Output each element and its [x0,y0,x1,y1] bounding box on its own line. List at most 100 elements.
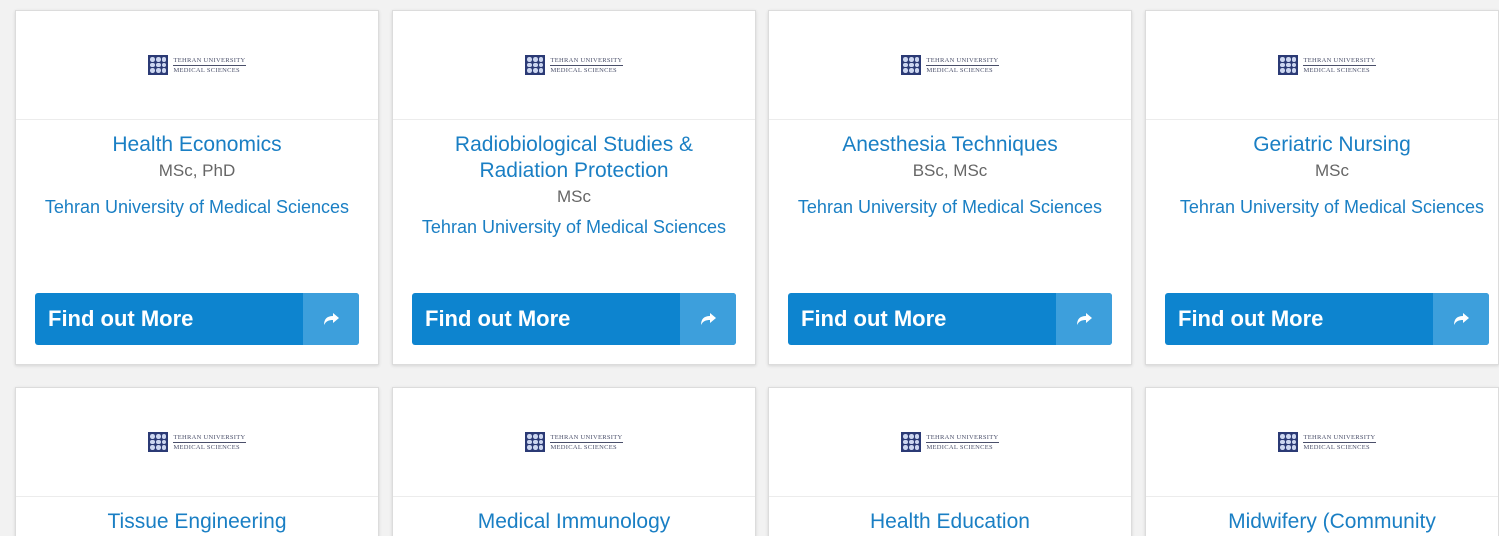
program-degree: MSc [557,187,591,206]
find-out-more-button[interactable]: Find out More [1165,293,1489,345]
university-logo: Tehran University Medical Sciences [1278,55,1376,75]
find-out-more-button[interactable]: Find out More [35,293,359,345]
logo-text: Tehran University Medical Sciences [926,433,999,451]
logo-line-3: Medical Sciences [926,66,993,74]
program-title[interactable]: Midwifery (Community [1172,509,1492,535]
logo-rule [550,64,623,66]
card-logo-area: Tehran University Medical Sciences [769,11,1131,120]
share-arrow-icon [680,293,736,345]
share-arrow-icon [1433,293,1489,345]
university-link[interactable]: Tehran University of Medical Sciences [409,214,739,240]
university-logo: Tehran University Medical Sciences [525,55,623,75]
program-degree: MSc, PhD [158,161,236,180]
university-emblem-icon [1278,432,1299,452]
program-title[interactable]: Health Education [785,509,1115,535]
logo-text: Tehran University Medical Sciences [1303,56,1376,74]
card-body: Tissue Engineering [16,497,378,535]
logo-line-3: Medical Sciences [1303,443,1370,451]
find-out-more-button[interactable]: Find out More [412,293,736,345]
share-arrow-icon [303,293,359,345]
university-logo: Tehran University Medical Sciences [901,55,999,75]
card-logo-area: Tehran University Medical Sciences [769,388,1131,497]
logo-line-3: Medical Sciences [173,443,240,451]
card-body: Radiobiological Studies & Radiation Prot… [393,120,755,240]
logo-line-3: Medical Sciences [1303,66,1370,74]
card-logo-area: Tehran University Medical Sciences [16,11,378,120]
program-card: Tehran University Medical Sciences Medic… [392,387,756,536]
university-link[interactable]: Tehran University of Medical Sciences [785,194,1115,220]
button-label: Find out More [1178,306,1324,331]
university-emblem-icon [148,432,169,452]
card-body: Medical Immunology [393,497,755,535]
card-body: Health Education [769,497,1131,535]
logo-line-1: Tehran University [550,433,623,441]
card-body: Health Economics MSc, PhD Tehran Univers… [16,120,378,220]
button-label: Find out More [801,306,947,331]
logo-line-3: Medical Sciences [550,66,617,74]
logo-rule [926,64,999,66]
logo-line-3: Medical Sciences [550,443,617,451]
university-logo: Tehran University Medical Sciences [148,55,246,75]
logo-text: Tehran University Medical Sciences [926,56,999,74]
card-logo-area: Tehran University Medical Sciences [393,11,755,120]
program-title[interactable]: Medical Immunology [409,509,739,535]
logo-rule [173,441,246,443]
logo-line-1: Tehran University [1303,433,1376,441]
program-card: Tehran University Medical Sciences Midwi… [1145,387,1499,536]
logo-line-1: Tehran University [173,433,246,441]
card-logo-area: Tehran University Medical Sciences [393,388,755,497]
program-card: Tehran University Medical Sciences Healt… [15,10,379,365]
university-emblem-icon [901,432,922,452]
logo-line-1: Tehran University [173,56,246,64]
university-logo: Tehran University Medical Sciences [1278,432,1376,452]
logo-text: Tehran University Medical Sciences [173,433,246,451]
logo-text: Tehran University Medical Sciences [1303,433,1376,451]
university-emblem-icon [1278,55,1299,75]
card-body: Midwifery (Community [1146,497,1498,535]
university-logo: Tehran University Medical Sciences [525,432,623,452]
find-out-more-button[interactable]: Find out More [788,293,1112,345]
logo-rule [173,64,246,66]
logo-text: Tehran University Medical Sciences [550,433,623,451]
logo-line-3: Medical Sciences [173,66,240,74]
logo-rule [1303,64,1376,66]
card-logo-area: Tehran University Medical Sciences [1146,11,1498,120]
program-card: Tehran University Medical Sciences Anest… [768,10,1132,365]
card-body: Anesthesia Techniques BSc, MSc Tehran Un… [769,120,1131,220]
university-emblem-icon [148,55,169,75]
program-degree: BSc, MSc [912,161,988,180]
program-title[interactable]: Tissue Engineering [32,509,362,535]
program-grid: Tehran University Medical Sciences Healt… [0,0,1499,536]
logo-line-1: Tehran University [550,56,623,64]
logo-text: Tehran University Medical Sciences [550,56,623,74]
logo-rule [926,441,999,443]
university-emblem-icon [901,55,922,75]
card-body: Geriatric Nursing MSc Tehran University … [1146,120,1498,220]
program-title[interactable]: Geriatric Nursing [1172,132,1492,158]
logo-rule [550,441,623,443]
university-logo: Tehran University Medical Sciences [148,432,246,452]
logo-text: Tehran University Medical Sciences [173,56,246,74]
logo-line-1: Tehran University [1303,56,1376,64]
program-title[interactable]: Radiobiological Studies & Radiation Prot… [409,132,739,184]
university-emblem-icon [525,55,546,75]
button-label: Find out More [48,306,194,331]
program-degree: MSc [1315,161,1349,180]
university-link[interactable]: Tehran University of Medical Sciences [1172,194,1492,220]
program-card: Tehran University Medical Sciences Radio… [392,10,756,365]
share-arrow-icon [1056,293,1112,345]
program-card: Tehran University Medical Sciences Tissu… [15,387,379,536]
university-link[interactable]: Tehran University of Medical Sciences [32,194,362,220]
program-card: Tehran University Medical Sciences Geria… [1145,10,1499,365]
program-title[interactable]: Anesthesia Techniques [785,132,1115,158]
card-logo-area: Tehran University Medical Sciences [1146,388,1498,497]
program-title[interactable]: Health Economics [32,132,362,158]
card-logo-area: Tehran University Medical Sciences [16,388,378,497]
button-label: Find out More [425,306,571,331]
program-card: Tehran University Medical Sciences Healt… [768,387,1132,536]
university-logo: Tehran University Medical Sciences [901,432,999,452]
logo-line-1: Tehran University [926,56,999,64]
logo-line-3: Medical Sciences [926,443,993,451]
university-emblem-icon [525,432,546,452]
logo-line-1: Tehran University [926,433,999,441]
